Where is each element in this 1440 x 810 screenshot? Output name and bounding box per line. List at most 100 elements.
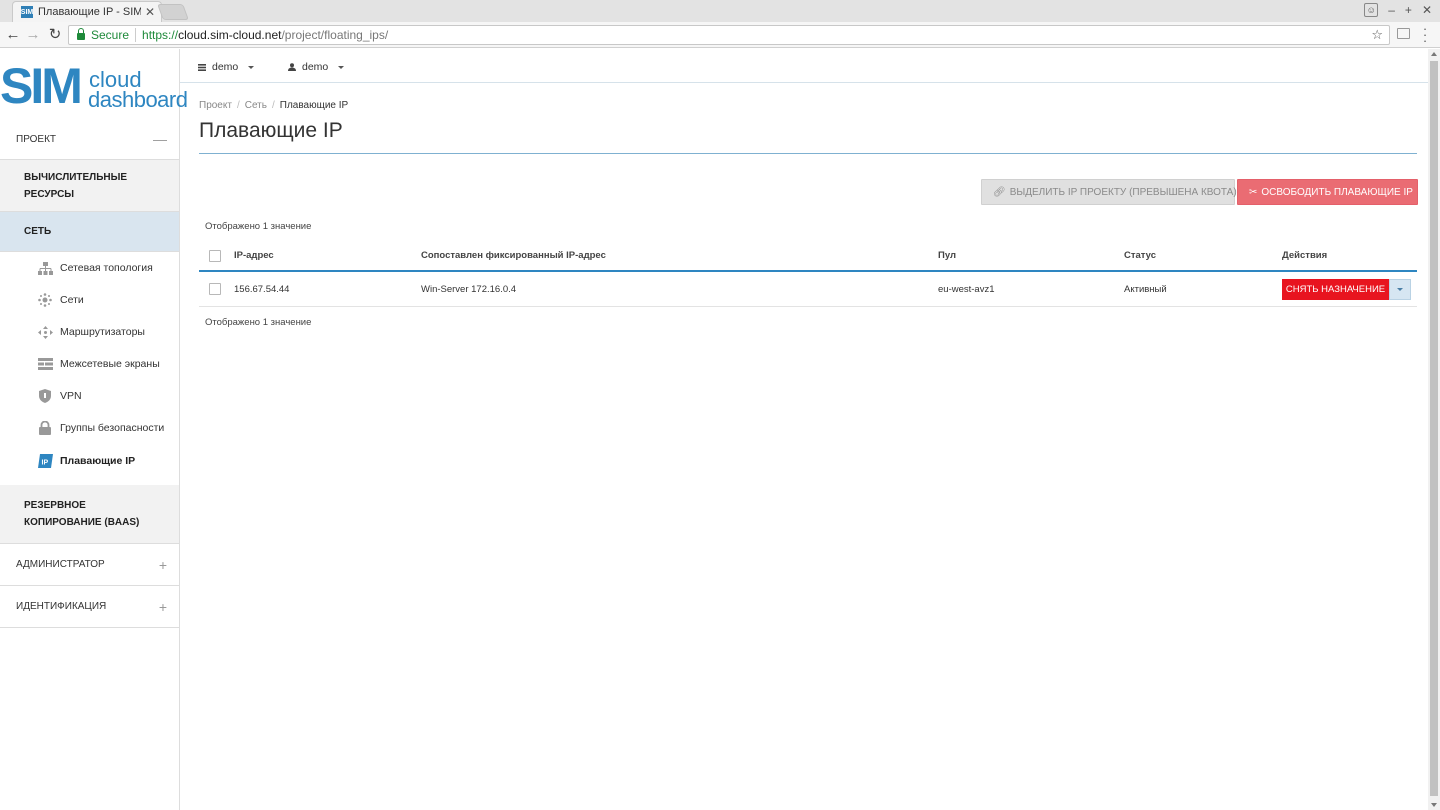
breadcrumb-separator: / xyxy=(271,100,275,111)
chevron-down-icon xyxy=(338,65,345,69)
release-floating-ips-label: ОСВОБОДИТЬ ПЛАВАЮЩИЕ IP xyxy=(1261,186,1413,198)
release-floating-ips-button[interactable]: ✂ ОСВОБОДИТЬ ПЛАВАЮЩИЕ IP xyxy=(1237,179,1418,205)
column-header-actions: Действия xyxy=(1282,250,1328,261)
sidebar-group-label: СЕТЬ xyxy=(24,226,52,237)
sidebar-section-project[interactable]: ПРОЕКТ — xyxy=(0,119,179,160)
browser-tab[interactable]: SIM Плавающие IP - SIM-N ✕ xyxy=(12,1,162,22)
profile-icon[interactable]: ☺ xyxy=(1364,3,1379,17)
project-name: demo xyxy=(212,61,239,73)
maximize-button[interactable]: + xyxy=(1405,3,1412,17)
sidebar-section-label: АДМИНИСТРАТОР xyxy=(16,559,105,570)
sidebar-item-routers[interactable]: Маршрутизаторы xyxy=(0,316,179,348)
url-path: /project/floating_ips/ xyxy=(281,28,389,42)
browser-menu-icon[interactable]: · · · xyxy=(1420,22,1430,47)
back-arrow-icon[interactable]: ← xyxy=(4,26,22,44)
breadcrumb-separator: / xyxy=(236,100,240,111)
forward-arrow-icon[interactable]: → xyxy=(24,26,42,44)
logo-dashboard: dashboard xyxy=(88,87,188,112)
table-count-bottom: Отображено 1 значение xyxy=(205,317,312,328)
sidebar-group-backup[interactable]: РЕЗЕРВНОЕ КОПИРОВАНИЕ (BAAS) xyxy=(0,485,179,544)
page-title: Плавающие IP xyxy=(199,119,343,142)
list-icon xyxy=(198,63,206,71)
address-bar[interactable]: Secure https:// cloud.sim-cloud.net /pro… xyxy=(68,25,1390,45)
allocate-ip-button[interactable]: 🔗︎ ВЫДЕЛИТЬ IP ПРОЕКТУ (ПРЕВЫШЕНА КВОТА) xyxy=(981,179,1237,205)
routers-icon xyxy=(37,325,53,339)
column-header-pool[interactable]: Пул xyxy=(938,250,956,261)
user-icon xyxy=(288,63,296,71)
lock-icon xyxy=(77,27,85,40)
sidebar-item-network-topology[interactable]: Сетевая топология xyxy=(0,252,179,284)
sidebar-item-floating-ips[interactable]: IP Плавающие IP xyxy=(0,445,179,477)
scroll-up-icon[interactable] xyxy=(1431,52,1437,56)
page-scrollbar[interactable] xyxy=(1428,49,1440,810)
cell-ip: 156.67.54.44 xyxy=(234,284,290,295)
sidebar-section-identity[interactable]: ИДЕНТИФИКАЦИЯ + xyxy=(0,586,179,628)
unlink-icon: ✂ xyxy=(1249,186,1258,198)
close-window-button[interactable]: ✕ xyxy=(1422,3,1432,17)
user-menu[interactable]: demo xyxy=(288,61,345,73)
title-divider xyxy=(199,153,1417,154)
firewall-icon xyxy=(37,357,53,371)
sidebar-group-label: ВЫЧИСЛИТЕЛЬНЫЕ РЕСУРСЫ xyxy=(24,171,128,200)
breadcrumb-item-network[interactable]: Сеть xyxy=(245,100,267,111)
tab-title: Плавающие IP - SIM-N xyxy=(38,6,141,18)
cell-status: Активный xyxy=(1124,284,1167,295)
sidebar-item-networks[interactable]: Сети xyxy=(0,284,179,316)
sidebar-group-network[interactable]: СЕТЬ xyxy=(0,212,179,252)
sidebar-group-label: РЕЗЕРВНОЕ КОПИРОВАНИЕ (BAAS) xyxy=(24,500,140,528)
browser-toolbar: ← → ↻ Secure https:// cloud.sim-cloud.ne… xyxy=(0,22,1440,48)
sidebar-group-compute[interactable]: ВЫЧИСЛИТЕЛЬНЫЕ РЕСУРСЫ xyxy=(0,160,179,212)
lock-icon xyxy=(37,421,53,435)
minimize-button[interactable]: – xyxy=(1388,3,1395,17)
sidebar-item-label: Маршрутизаторы xyxy=(60,326,145,338)
logo[interactable]: SIM cloud dashboard xyxy=(0,57,188,117)
allocate-ip-label: ВЫДЕЛИТЬ IP ПРОЕКТУ (ПРЕВЫШЕНА КВОТА) xyxy=(1009,186,1237,198)
cell-pool: eu-west-avz1 xyxy=(938,284,995,295)
tab-close-icon[interactable]: ✕ xyxy=(145,5,155,19)
reload-icon[interactable]: ↻ xyxy=(46,26,64,44)
sidebar-item-label: Межсетевые экраны xyxy=(60,358,160,370)
floating-ip-icon: IP xyxy=(37,454,53,468)
networks-icon xyxy=(37,293,53,307)
bookmark-star-icon[interactable]: ☆ xyxy=(1371,27,1383,43)
row-actions-dropdown[interactable] xyxy=(1389,279,1411,300)
collapse-icon[interactable]: — xyxy=(153,131,167,147)
vpn-shield-icon xyxy=(37,389,53,403)
url-divider xyxy=(135,28,137,42)
cell-fixed-ip: Win-Server 172.16.0.4 xyxy=(421,284,517,295)
select-all-checkbox[interactable] xyxy=(209,250,221,262)
sidebar: SIM cloud dashboard ПРОЕКТ — ВЫЧИСЛИТЕЛЬ… xyxy=(0,49,188,810)
disassociate-button[interactable]: СНЯТЬ НАЗНАЧЕНИЕ xyxy=(1282,279,1389,300)
column-header-ip[interactable]: IP-адрес xyxy=(234,250,274,261)
sidebar-item-label: Плавающие IP xyxy=(60,455,136,467)
column-header-status[interactable]: Статус xyxy=(1124,250,1156,261)
sidebar-item-vpn[interactable]: VPN xyxy=(0,380,179,412)
column-header-fixed-ip[interactable]: Сопоставлен фиксированный IP-адрес xyxy=(421,250,606,261)
top-navbar: demo demo xyxy=(180,49,1428,83)
logo-sim: SIM xyxy=(0,58,83,114)
scroll-thumb[interactable] xyxy=(1430,61,1438,796)
cast-icon[interactable] xyxy=(1397,28,1410,39)
new-tab-button[interactable] xyxy=(157,4,189,20)
sidebar-item-firewalls[interactable]: Межсетевые экраны xyxy=(0,348,179,380)
sidebar-item-label: Сети xyxy=(60,294,84,306)
sidebar-section-admin[interactable]: АДМИНИСТРАТОР + xyxy=(0,544,179,586)
chevron-down-icon xyxy=(1397,288,1403,291)
expand-icon[interactable]: + xyxy=(159,557,167,573)
sidebar-section-label: ИДЕНТИФИКАЦИЯ xyxy=(16,601,107,612)
table-row: 156.67.54.44 Win-Server 172.16.0.4 eu-we… xyxy=(199,272,1417,307)
project-selector[interactable]: demo xyxy=(198,61,255,73)
breadcrumb-item-project[interactable]: Проект xyxy=(199,100,232,111)
expand-icon[interactable]: + xyxy=(159,599,167,615)
scroll-down-icon[interactable] xyxy=(1431,803,1437,807)
sidebar-item-label: Сетевая топология xyxy=(60,262,153,274)
sidebar-item-security-groups[interactable]: Группы безопасности xyxy=(0,412,179,444)
sidebar-item-label: Группы безопасности xyxy=(60,422,165,434)
browser-tab-strip: SIM Плавающие IP - SIM-N ✕ ☺ – + ✕ xyxy=(0,0,1440,22)
secure-label: Secure xyxy=(91,28,130,42)
row-checkbox[interactable] xyxy=(209,283,221,295)
sidebar-section-label: ПРОЕКТ xyxy=(16,133,57,145)
link-icon: 🔗︎ xyxy=(993,186,1006,198)
svg-text:IP: IP xyxy=(41,460,48,467)
sidebar-item-label: VPN xyxy=(60,390,82,402)
